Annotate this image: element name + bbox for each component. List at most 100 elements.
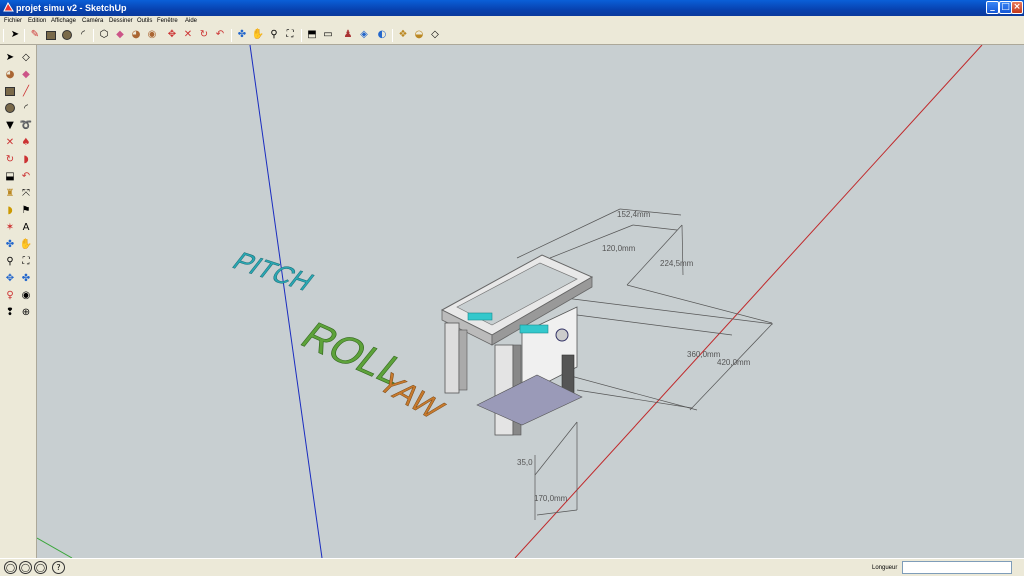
main-toolbar: ➤ ✎ ◜ ⬡ ◆ ◕ ◉ ✥ ✕ ↻ ↶ ✤ ✋ ⚲ ⛶ ⬒ ▭ ♟ ◈ ◐ … — [0, 26, 1024, 45]
walk-icon[interactable]: ❢ — [3, 305, 17, 319]
orbit-icon[interactable]: ✤ — [3, 237, 17, 251]
rectangle-icon[interactable] — [44, 28, 58, 42]
components-icon[interactable]: ❖ — [396, 28, 410, 42]
zoom-icon[interactable]: ⚲ — [3, 254, 17, 268]
red-axis — [514, 45, 983, 558]
menu-bar: Fichier Edition Affichage Caméra Dessine… — [0, 16, 1024, 26]
arc-icon[interactable]: ◜ — [76, 28, 90, 42]
dimension-120: 120,0mm — [602, 244, 636, 253]
paint-bucket-icon[interactable]: ◕ — [3, 67, 17, 81]
3d-text-icon[interactable]: A — [19, 220, 33, 234]
line-icon[interactable]: ╱ — [19, 84, 33, 98]
dimension-170: 170,0mm — [534, 494, 568, 503]
dimension-360: 360,0mm — [687, 350, 721, 359]
iso-view-icon[interactable]: ⬒ — [305, 28, 319, 42]
title-bar: projet simu v2 - SketchUp _ □ × — [0, 0, 1024, 16]
help-icon[interactable]: ? — [52, 561, 65, 574]
dimension-420: 420,0mm — [717, 358, 751, 367]
measurements-label: Longueur — [872, 565, 898, 571]
toolbar-separator — [392, 29, 393, 42]
move-icon[interactable]: ✥ — [165, 28, 179, 42]
toolbar-separator — [93, 29, 94, 42]
menu-fenetre[interactable]: Fenêtre — [157, 16, 178, 26]
push-pull-icon[interactable]: ♠ — [19, 135, 33, 149]
make-component-icon[interactable]: ◇ — [19, 50, 33, 64]
rectangle-icon[interactable] — [3, 84, 17, 98]
text-icon[interactable]: ⚑ — [19, 203, 33, 217]
toolbar-separator — [301, 29, 302, 42]
look-around-icon[interactable]: ◉ — [19, 288, 33, 302]
previous-view-icon[interactable]: ✤ — [19, 271, 33, 285]
offset-icon[interactable]: ↶ — [19, 169, 33, 183]
pan-icon[interactable]: ✋ — [19, 237, 33, 251]
follow-me-icon[interactable]: ↻ — [197, 28, 211, 42]
eraser-icon[interactable]: ◆ — [113, 28, 127, 42]
eraser-icon[interactable]: ◆ — [19, 67, 33, 81]
select-icon[interactable]: ➤ — [3, 50, 17, 64]
zoom-window-icon[interactable]: ⛶ — [19, 254, 33, 268]
menu-camera[interactable]: Caméra — [82, 16, 103, 26]
circle-icon[interactable] — [60, 28, 74, 42]
styles-icon[interactable]: ◇ — [428, 28, 442, 42]
arc-icon[interactable]: ◜ — [19, 101, 33, 115]
geo-location-icon[interactable]: ◯ — [4, 561, 17, 574]
menu-edition[interactable]: Edition — [28, 16, 46, 26]
select-icon[interactable]: ➤ — [8, 28, 22, 42]
tape-measure-icon[interactable]: ♜ — [3, 186, 17, 200]
toolbar-separator — [24, 29, 25, 42]
rotate-icon[interactable]: ↻ — [3, 152, 17, 166]
axes-icon[interactable]: ✶ — [3, 220, 17, 234]
menu-dessiner[interactable]: Dessiner — [109, 16, 133, 26]
blue-axis — [249, 45, 323, 558]
dimension-35: 35,0 — [517, 458, 533, 467]
right-view-icon[interactable]: ◈ — [357, 28, 371, 42]
push-pull-icon[interactable]: ◉ — [145, 28, 159, 42]
toolbar-grip — [3, 29, 4, 42]
section-plane-icon[interactable]: ⊕ — [19, 305, 33, 319]
zoom-extents-icon[interactable]: ✥ — [3, 271, 17, 285]
pan-icon[interactable]: ✋ — [251, 28, 265, 42]
zoom-icon[interactable]: ⚲ — [267, 28, 281, 42]
paint-bucket-icon[interactable]: ◕ — [129, 28, 143, 42]
left-toolbar: ➤ ◇ ◕ ◆ ╱ ◜ ▼ ➰ ✕ ♠ ↻ ◗ ⬓ ↶ ♜ ⤧ ◗ ⚑ ✶ A … — [0, 45, 37, 558]
position-camera-icon[interactable]: ♀ — [3, 288, 17, 302]
menu-fichier[interactable]: Fichier — [4, 16, 22, 26]
dimension-224: 224,5mm — [660, 259, 694, 268]
minimize-button[interactable]: _ — [986, 1, 999, 14]
frame-model — [440, 254, 594, 436]
zoom-extents-icon[interactable]: ⛶ — [283, 28, 297, 42]
menu-affichage[interactable]: Affichage — [51, 16, 76, 26]
pencil-icon[interactable]: ✎ — [28, 28, 42, 42]
dimension-icon[interactable]: ⤧ — [19, 186, 33, 200]
measurements-input[interactable] — [902, 561, 1012, 574]
offset-icon[interactable]: ↶ — [213, 28, 227, 42]
dimension-152: 152,4mm — [617, 210, 651, 219]
scale-icon[interactable]: ⬓ — [3, 169, 17, 183]
make-component-icon[interactable]: ⬡ — [97, 28, 111, 42]
label-pitch: PITCH — [227, 247, 320, 295]
top-view-icon[interactable]: ▭ — [321, 28, 335, 42]
rotate-icon[interactable]: ✕ — [181, 28, 195, 42]
sketchup-logo-icon — [3, 2, 14, 12]
model-scene: PITCH ROLL YAW 152,4mm 120,0mm 224,5mm 3… — [37, 45, 983, 558]
orbit-icon[interactable]: ✤ — [235, 28, 249, 42]
front-view-icon[interactable]: ♟ — [341, 28, 355, 42]
green-axis — [37, 537, 73, 558]
move-icon[interactable]: ✕ — [3, 135, 17, 149]
user-icon[interactable]: ◯ — [34, 561, 47, 574]
materials-icon[interactable]: ◒ — [412, 28, 426, 42]
freehand-icon[interactable]: ➰ — [19, 118, 33, 132]
window-title: projet simu v2 - SketchUp — [16, 3, 127, 13]
toolbar-separator — [231, 29, 232, 42]
status-bar: ◯ ◯ ◯ ? Longueur — [0, 558, 1024, 576]
menu-aide[interactable]: Aide — [185, 16, 197, 26]
back-view-icon[interactable]: ◐ — [375, 28, 389, 42]
menu-outils[interactable]: Outils — [137, 16, 152, 26]
protractor-icon[interactable]: ◗ — [3, 203, 17, 217]
follow-me-icon[interactable]: ◗ — [19, 152, 33, 166]
close-button[interactable]: × — [1011, 1, 1023, 14]
drawing-viewport[interactable]: PITCH ROLL YAW 152,4mm 120,0mm 224,5mm 3… — [37, 45, 1024, 558]
circle-icon[interactable] — [3, 101, 17, 115]
polygon-icon[interactable]: ▼ — [3, 118, 17, 132]
credits-icon[interactable]: ◯ — [19, 561, 32, 574]
